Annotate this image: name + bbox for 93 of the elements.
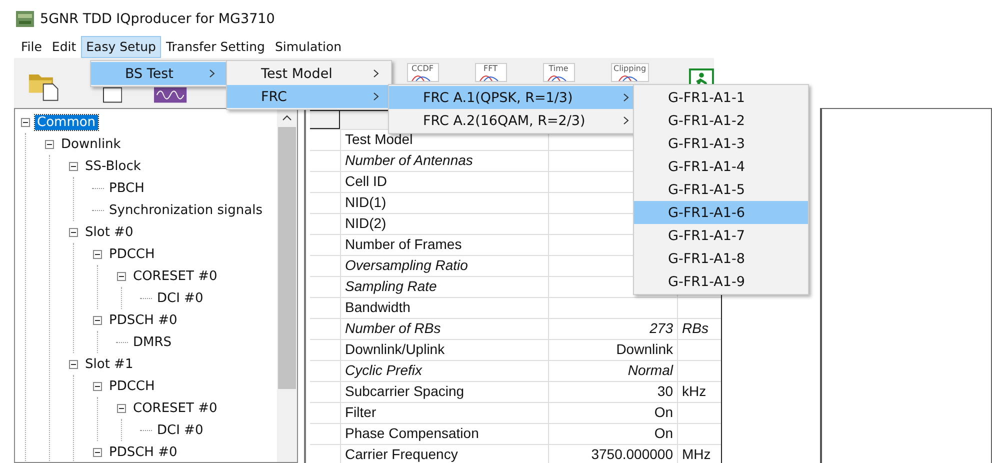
menu-item-label: G-FR1-A1-4 — [668, 158, 746, 174]
collapse-icon[interactable] — [90, 250, 104, 258]
menu-item[interactable]: G-FR1-A1-7 — [634, 224, 808, 247]
menu-item[interactable]: G-FR1-A1-5 — [634, 178, 808, 201]
tree-item[interactable]: PBCH — [107, 180, 146, 196]
menu-item[interactable]: G-FR1-A1-8 — [634, 247, 808, 270]
menu-item[interactable]: Transfer Setting — [160, 36, 270, 58]
collapse-icon[interactable] — [90, 316, 104, 324]
collapse-icon[interactable] — [90, 448, 104, 456]
tree-item[interactable]: Slot #1 — [83, 356, 136, 372]
tree-item[interactable]: PDCCH — [107, 246, 157, 262]
table-cell: Downlink — [548, 340, 677, 360]
collapse-icon[interactable] — [18, 118, 32, 126]
menu-item-label: G-FR1-A1-8 — [668, 250, 746, 266]
window-title: 5GNR TDD IQproducer for MG3710 — [40, 11, 275, 27]
menu-item-label: FRC A.2(16QAM, R=2/3) — [423, 112, 586, 128]
table-cell: Phase Compensation — [340, 424, 548, 444]
table-cell: Number of RBs — [340, 319, 548, 339]
menu-item-label: Test Model — [261, 66, 334, 82]
table-cell: Filter — [340, 403, 548, 423]
collapse-icon[interactable] — [42, 140, 56, 148]
menu-item-label: FRC A.1(QPSK, R=1/3) — [423, 90, 574, 106]
collapse-icon[interactable] — [114, 404, 128, 412]
table-cell: Number of Antennas — [340, 151, 548, 171]
tree-item[interactable]: Common — [35, 114, 98, 130]
table-cell: Cell ID — [340, 172, 548, 192]
collapse-icon[interactable] — [66, 162, 80, 170]
table-cell: Normal — [548, 361, 677, 381]
menu-item[interactable]: G-FR1-A1-3 — [634, 132, 808, 155]
table-cell: Cyclic Prefix — [340, 361, 548, 381]
menu-item-label: G-FR1-A1-7 — [668, 228, 746, 244]
menu-item-label: G-FR1-A1-5 — [668, 182, 746, 198]
tree-item[interactable]: DCI #0 — [155, 290, 206, 306]
scrollbar[interactable] — [277, 109, 297, 462]
tree-item[interactable]: CORESET #0 — [131, 268, 220, 284]
collapse-icon[interactable] — [66, 360, 80, 368]
menu-item-label: G-FR1-A1-3 — [668, 136, 746, 152]
table-cell: 3750.000000 — [548, 445, 677, 463]
collapse-icon[interactable] — [66, 228, 80, 236]
table-cell: Downlink/Uplink — [340, 340, 548, 360]
tree-item[interactable]: Downlink — [59, 136, 123, 152]
menu-item[interactable]: Easy Setup — [81, 36, 161, 58]
collapse-icon[interactable] — [90, 382, 104, 390]
menu-item[interactable]: FRC — [227, 85, 391, 108]
tree-item[interactable]: Synchronization signals — [107, 202, 264, 218]
graph-tool-button[interactable]: Clipping — [610, 63, 650, 82]
graph-tool-button[interactable]: FFT — [474, 63, 506, 82]
table-cell: MHz — [677, 445, 721, 463]
menu-item[interactable]: G-FR1-A1-9 — [634, 270, 808, 293]
menu-item-label: G-FR1-A1-2 — [668, 112, 746, 128]
table-cell: RBs — [677, 319, 721, 339]
graph-tool-button[interactable]: Time — [542, 63, 574, 82]
tree-item[interactable]: PDSCH #0 — [107, 312, 180, 328]
graph-tool-button[interactable]: CCDF — [406, 63, 438, 82]
table-cell: Number of Frames — [340, 235, 548, 255]
menu-item[interactable]: BS Test — [91, 62, 227, 85]
menu-item-label: G-FR1-A1-1 — [668, 90, 746, 106]
collapse-icon[interactable] — [114, 272, 128, 280]
menu-item-label: G-FR1-A1-9 — [668, 274, 746, 290]
menu-item[interactable]: G-FR1-A1-6 — [634, 201, 808, 224]
table-cell: Carrier Frequency — [340, 445, 548, 463]
table-cell: Bandwidth — [340, 298, 548, 318]
menu-item-label: FRC — [261, 88, 288, 104]
table-cell: On — [548, 403, 677, 423]
menu-item[interactable]: File — [16, 36, 47, 58]
menu-item[interactable]: G-FR1-A1-2 — [634, 109, 808, 132]
tree-item[interactable]: Slot #0 — [83, 224, 136, 240]
tree-item[interactable]: PDCCH — [107, 378, 157, 394]
table-cell: Oversampling Ratio — [340, 256, 548, 276]
menu-item[interactable]: Simulation — [270, 36, 347, 58]
menu-item[interactable]: Test Model — [227, 62, 391, 85]
table-cell: kHz — [677, 382, 721, 402]
menu-item-label: BS Test — [125, 66, 174, 82]
tree-item[interactable]: SS-Block — [83, 158, 143, 174]
menu-item[interactable]: Edit — [46, 36, 82, 58]
tree-item[interactable]: DCI #0 — [155, 422, 206, 438]
tree-item[interactable]: CORESET #0 — [131, 400, 220, 416]
tree-item[interactable]: PDSCH #0 — [107, 444, 180, 460]
table-cell: NID(2) — [340, 214, 548, 234]
menu-item[interactable]: G-FR1-A1-4 — [634, 155, 808, 178]
scroll-up-icon[interactable] — [282, 115, 292, 121]
menu-item-label: G-FR1-A1-6 — [668, 204, 746, 220]
table-cell: Subcarrier Spacing — [340, 382, 548, 402]
table-cell: On — [548, 424, 677, 444]
tree-item[interactable]: DMRS — [131, 334, 174, 350]
app-icon — [16, 11, 34, 27]
waveform-icon[interactable] — [154, 87, 186, 103]
table-cell: Sampling Rate — [340, 277, 548, 297]
table-cell: 273 — [548, 319, 677, 339]
new-file-icon[interactable] — [102, 87, 122, 103]
table-cell: NID(1) — [340, 193, 548, 213]
scroll-thumb[interactable] — [278, 127, 296, 389]
table-cell: 30 — [548, 382, 677, 402]
